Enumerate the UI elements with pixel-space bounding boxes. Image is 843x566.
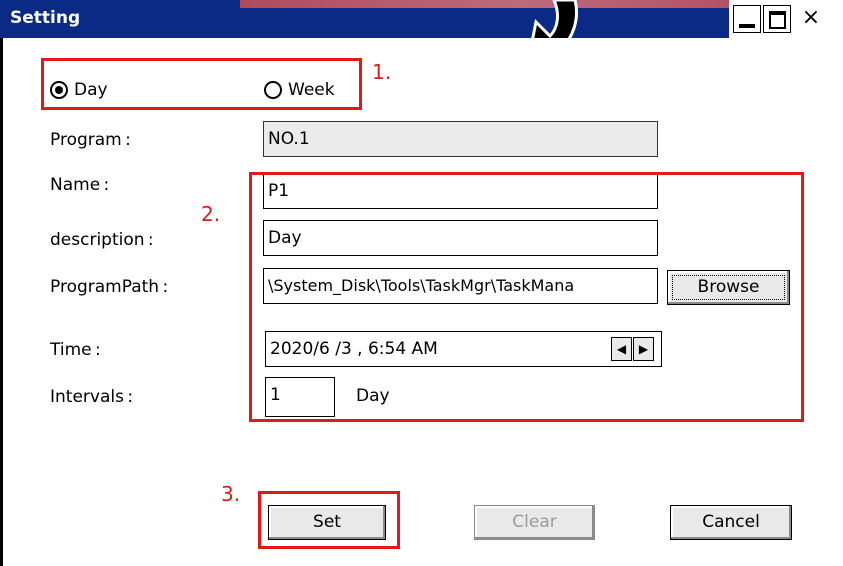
program-label: Program : <box>50 130 131 150</box>
clear-button[interactable]: Clear <box>474 505 595 540</box>
time-label: Time : <box>50 340 101 360</box>
annotation-label-2: 2. <box>201 202 221 226</box>
close-icon[interactable]: × <box>796 5 826 33</box>
annotation-box-1 <box>41 58 362 110</box>
annotation-box-3 <box>258 491 400 549</box>
program-path-label: ProgramPath : <box>50 277 169 297</box>
intervals-label: Intervals : <box>50 387 134 407</box>
annotation-label-3: 3. <box>221 482 241 506</box>
cancel-button[interactable]: Cancel <box>670 505 792 540</box>
annotation-label-1: 1. <box>372 60 392 84</box>
description-label: description : <box>50 230 154 250</box>
annotation-box-2 <box>249 172 804 422</box>
minimize-icon[interactable] <box>733 5 761 33</box>
window-title: Setting <box>10 8 81 28</box>
program-field: NO.1 <box>263 121 658 157</box>
maximize-icon[interactable] <box>763 5 791 33</box>
name-label: Name : <box>50 175 110 195</box>
setting-dialog: Setting × Day Week Program : Name : desc… <box>0 0 843 566</box>
